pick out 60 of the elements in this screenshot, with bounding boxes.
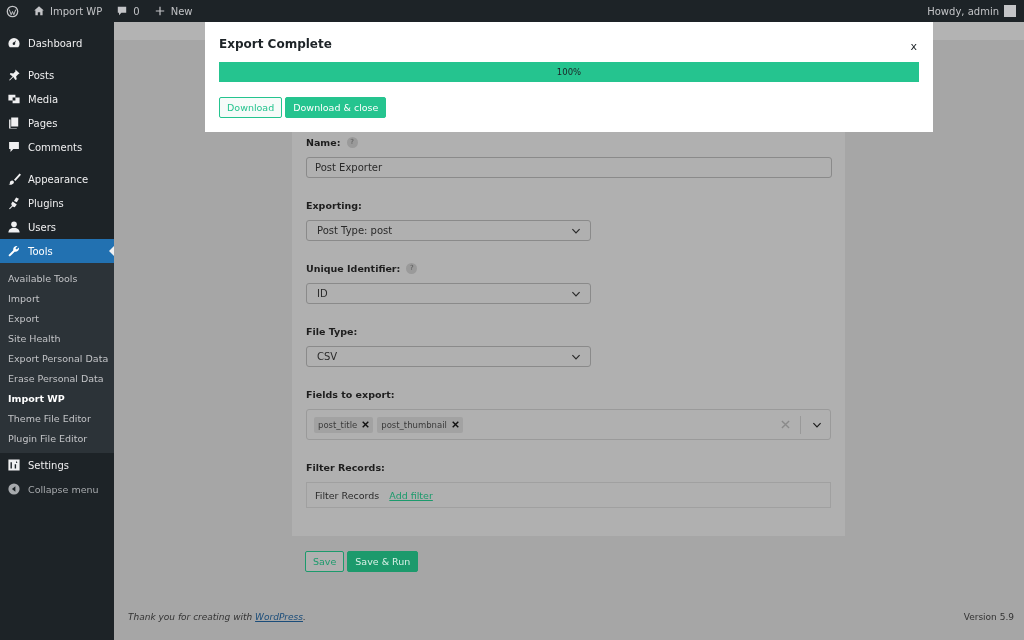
menu-item[interactable]: Dashboard	[0, 31, 114, 55]
comment-count[interactable]: 0	[133, 5, 140, 17]
home-icon	[33, 5, 45, 17]
plus-icon	[153, 5, 166, 17]
submenu-item[interactable]: Site Health	[0, 328, 114, 348]
greeting-link[interactable]: Howdy, admin	[927, 5, 999, 17]
person-icon	[7, 220, 21, 234]
remove-tag-icon[interactable]	[362, 421, 370, 428]
menu-item[interactable]: Pages	[0, 111, 114, 135]
submenu-item[interactable]: Import WP	[0, 388, 114, 408]
gauge-icon	[7, 36, 21, 50]
submenu-item[interactable]: Export	[0, 308, 114, 328]
field-tag: post_title	[314, 416, 374, 433]
speech-bubble-icon	[116, 5, 129, 17]
close-button[interactable]: x	[908, 39, 919, 53]
menu-item[interactable]: Plugins	[0, 191, 114, 215]
site-link[interactable]: Import WP	[50, 5, 103, 17]
sliders-icon	[7, 458, 21, 472]
plug-icon	[7, 196, 21, 210]
select-field[interactable]: CSV	[306, 346, 591, 367]
menu-item[interactable]: Media	[0, 87, 114, 111]
submenu-item[interactable]: Import	[0, 288, 114, 308]
field-label: Unique Identifier:	[306, 262, 401, 274]
field-label: Exporting:	[306, 199, 362, 211]
name-field[interactable]: Post Exporter	[306, 157, 832, 178]
pin-icon	[7, 68, 21, 82]
dialog-title: Export Complete	[219, 37, 332, 51]
menu-item[interactable]: Users	[0, 215, 114, 239]
field-label: Filter Records:	[306, 461, 385, 473]
new-link[interactable]: New	[170, 5, 193, 17]
select-field[interactable]: Post Type: post	[306, 220, 591, 241]
avatar-icon	[1004, 5, 1016, 17]
filter-label: Filter Records	[315, 489, 380, 501]
remove-tag-icon[interactable]	[451, 421, 459, 428]
brush-icon	[7, 172, 21, 186]
footer-text: Thank you for creating with WordPress.	[128, 612, 306, 622]
tags-field[interactable]: post_title post_thumbnail	[306, 409, 831, 440]
menu-item[interactable]: Posts	[0, 63, 114, 87]
submenu-item[interactable]: Plugin File Editor	[0, 428, 114, 448]
submenu-item[interactable]: Export Personal Data	[0, 348, 114, 368]
menu-item[interactable]: Tools	[0, 239, 114, 263]
pages-icon	[7, 116, 21, 130]
field-label: Fields to export:	[306, 388, 395, 400]
submenu-item[interactable]: Theme File Editor	[0, 408, 114, 428]
version-text: Version 5.9	[963, 612, 1014, 622]
progress-label: 100%	[555, 66, 583, 79]
field-tag: post_thumbnail	[377, 416, 463, 433]
wordpress-logo-icon	[6, 4, 19, 18]
wordpress-link[interactable]: WordPress	[255, 612, 303, 622]
field-label: Name:	[306, 136, 341, 148]
submenu-item[interactable]: Erase Personal Data	[0, 368, 114, 388]
collapse-menu-button[interactable]: Collapse menu	[0, 477, 114, 501]
speech-bubble-icon	[7, 140, 21, 154]
menu-item[interactable]: Comments	[0, 135, 114, 159]
select-field[interactable]: ID	[306, 283, 591, 304]
menu-item[interactable]: Appearance	[0, 167, 114, 191]
menu-item[interactable]: Settings	[0, 453, 114, 477]
submenu-item[interactable]: Available Tools	[0, 268, 114, 288]
wrench-icon	[7, 244, 21, 258]
field-label: File Type:	[306, 325, 358, 337]
